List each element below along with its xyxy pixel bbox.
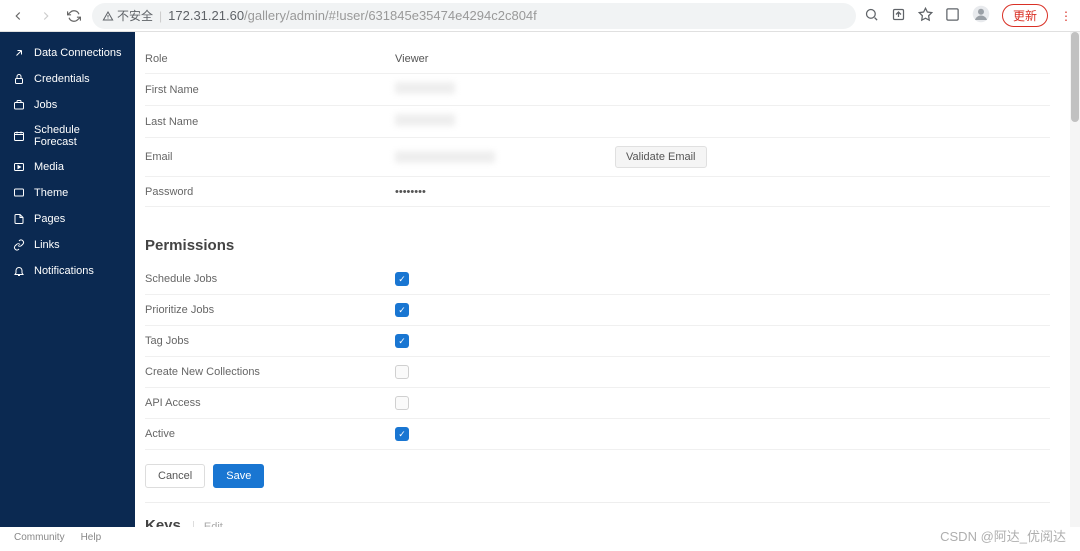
back-button[interactable] [8, 6, 28, 26]
url-host: 172.31.21.60 [168, 8, 244, 23]
sidebar-item-links[interactable]: Links [0, 232, 135, 258]
profile-icon[interactable] [972, 5, 990, 26]
sidebar-label: Notifications [34, 265, 94, 277]
field-first-name: First Name [145, 74, 1050, 106]
permission-checkbox[interactable] [395, 396, 409, 410]
permission-label: API Access [145, 397, 395, 409]
main-content: Role Viewer First Name Last Name Email V… [135, 32, 1080, 527]
insecure-label: 不安全 [117, 7, 153, 24]
cancel-button[interactable]: Cancel [145, 464, 205, 488]
keys-title: Keys [145, 517, 181, 527]
permission-checkbox[interactable]: ✓ [395, 303, 409, 317]
menu-icon[interactable]: ⋮ [1060, 9, 1072, 23]
email-label: Email [145, 151, 395, 163]
field-role: Role Viewer [145, 44, 1050, 74]
sidebar-item-jobs[interactable]: Jobs [0, 92, 135, 118]
check-icon: ✓ [398, 336, 406, 347]
permissions-title: Permissions [145, 219, 1050, 264]
browser-toolbar: 不安全 | 172.31.21.60/gallery/admin/#!user/… [0, 0, 1080, 32]
role-value: Viewer [395, 53, 1050, 65]
sidebar-label: Jobs [34, 99, 57, 111]
sidebar-item-pages[interactable]: Pages [0, 206, 135, 232]
sidebar: Data Connections Credentials Jobs Schedu… [0, 32, 135, 527]
sidebar-label: Schedule Forecast [34, 124, 123, 148]
star-icon[interactable] [918, 7, 933, 25]
page-icon [12, 212, 26, 226]
watermark: CSDN @阿达_优阅达 [940, 526, 1066, 545]
sidebar-label: Media [34, 161, 64, 173]
footer: Community Help [0, 524, 115, 551]
permission-row: Tag Jobs✓ [145, 326, 1050, 357]
media-icon [12, 160, 26, 174]
update-button[interactable]: 更新 [1002, 4, 1048, 27]
permission-checkbox[interactable] [395, 365, 409, 379]
sidebar-label: Links [34, 239, 60, 251]
scrollbar-track [1070, 32, 1080, 527]
theme-icon [12, 186, 26, 200]
password-label: Password [145, 186, 395, 198]
share-icon[interactable] [891, 7, 906, 25]
search-icon[interactable] [864, 7, 879, 25]
permission-checkbox[interactable]: ✓ [395, 334, 409, 348]
save-button[interactable]: Save [213, 464, 264, 488]
forward-button[interactable] [36, 6, 56, 26]
address-bar[interactable]: 不安全 | 172.31.21.60/gallery/admin/#!user/… [92, 3, 856, 29]
check-icon: ✓ [398, 429, 406, 440]
sidebar-item-media[interactable]: Media [0, 154, 135, 180]
permission-label: Tag Jobs [145, 335, 395, 347]
sidebar-item-credentials[interactable]: Credentials [0, 66, 135, 92]
sidebar-label: Data Connections [34, 47, 121, 59]
share-icon [12, 46, 26, 60]
permission-row: Active✓ [145, 419, 1050, 450]
permission-label: Prioritize Jobs [145, 304, 395, 316]
check-icon: ✓ [398, 305, 406, 316]
sidebar-label: Theme [34, 187, 68, 199]
permission-row: Prioritize Jobs✓ [145, 295, 1050, 326]
keys-edit-link[interactable]: Edit [193, 521, 223, 527]
permission-row: Schedule Jobs✓ [145, 264, 1050, 295]
bell-icon [12, 264, 26, 278]
field-email: Email Validate Email [145, 138, 1050, 177]
footer-community[interactable]: Community [14, 532, 65, 543]
email-value [395, 151, 495, 163]
extensions-icon[interactable] [945, 7, 960, 25]
first-name-value [395, 82, 455, 94]
briefcase-icon [12, 98, 26, 112]
permission-row: Create New Collections [145, 357, 1050, 388]
sidebar-item-theme[interactable]: Theme [0, 180, 135, 206]
scrollbar-thumb[interactable] [1071, 32, 1079, 122]
check-icon: ✓ [398, 274, 406, 285]
insecure-icon: 不安全 [102, 7, 153, 24]
role-label: Role [145, 53, 395, 65]
permission-row: API Access [145, 388, 1050, 419]
url-path: /gallery/admin/#!user/631845e35474e4294c… [244, 8, 537, 23]
lock-icon [12, 72, 26, 86]
field-password: Password •••••••• [145, 177, 1050, 207]
permission-checkbox[interactable]: ✓ [395, 272, 409, 286]
sidebar-item-data-connections[interactable]: Data Connections [0, 40, 135, 66]
permission-label: Active [145, 428, 395, 440]
password-value: •••••••• [395, 186, 1050, 198]
last-name-label: Last Name [145, 116, 395, 128]
permission-label: Create New Collections [145, 366, 395, 378]
footer-help[interactable]: Help [81, 532, 102, 543]
permission-checkbox[interactable]: ✓ [395, 427, 409, 441]
link-icon [12, 238, 26, 252]
permission-label: Schedule Jobs [145, 273, 395, 285]
calendar-icon [12, 129, 26, 143]
sidebar-label: Credentials [34, 73, 90, 85]
last-name-value [395, 114, 455, 126]
sidebar-item-schedule-forecast[interactable]: Schedule Forecast [0, 118, 135, 154]
reload-button[interactable] [64, 6, 84, 26]
field-last-name: Last Name [145, 106, 1050, 138]
sidebar-item-notifications[interactable]: Notifications [0, 258, 135, 284]
sidebar-label: Pages [34, 213, 65, 225]
first-name-label: First Name [145, 84, 395, 96]
validate-email-button[interactable]: Validate Email [615, 146, 707, 168]
